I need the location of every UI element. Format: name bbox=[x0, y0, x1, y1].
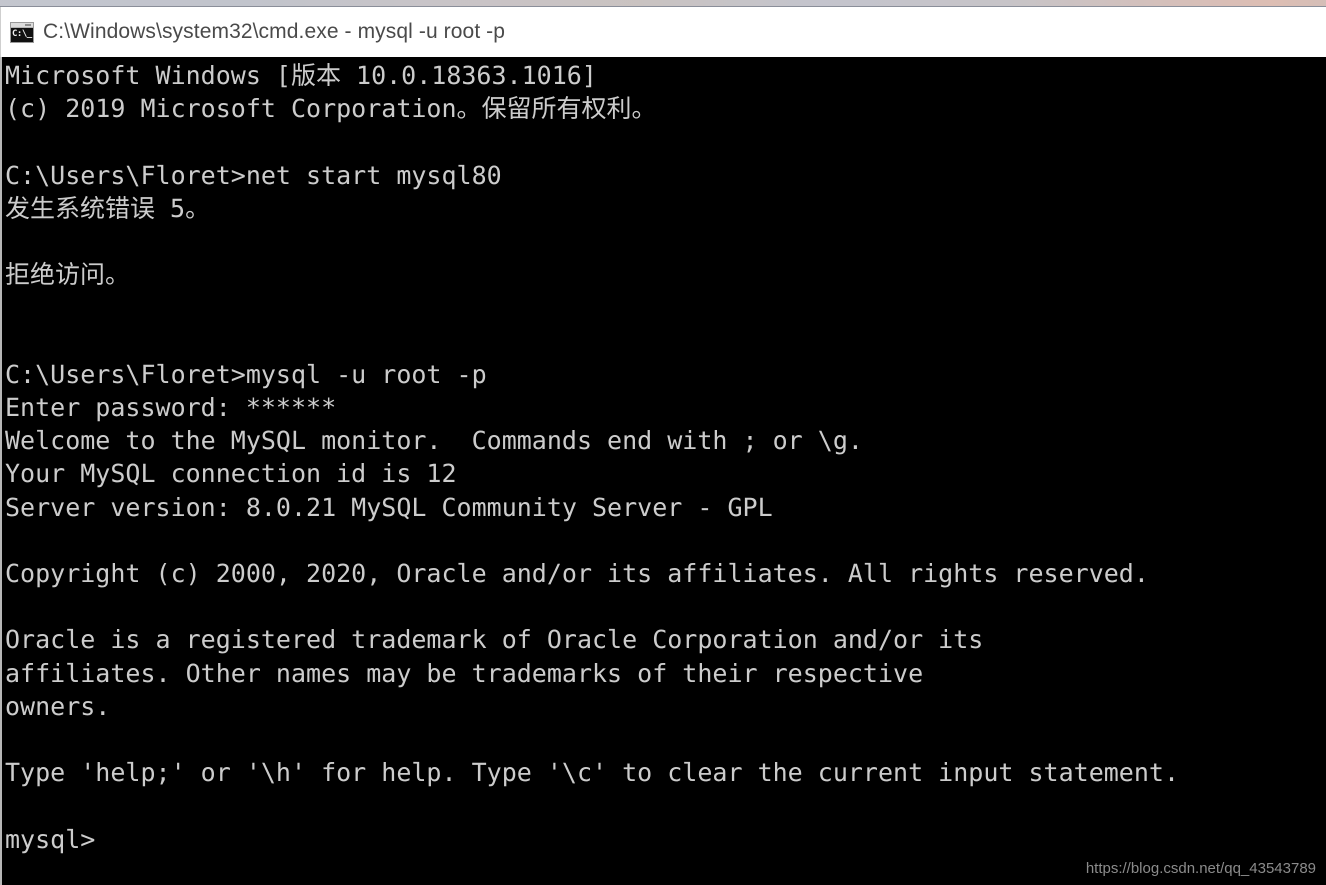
cmd-console-icon[interactable]: C:\_ bbox=[10, 21, 34, 43]
watermark-url: https://blog.csdn.net/qq_43543789 bbox=[1085, 860, 1316, 877]
console-text: Microsoft Windows [版本 10.0.18363.1016] (… bbox=[5, 61, 1179, 854]
window-title: C:\Windows\system32\cmd.exe - mysql -u r… bbox=[43, 20, 506, 43]
window-titlebar[interactable]: C:\_ C:\Windows\system32\cmd.exe - mysql… bbox=[0, 7, 1326, 57]
screenshot-root: C:\_ C:\Windows\system32\cmd.exe - mysql… bbox=[0, 0, 1326, 885]
cmd-icon-screen: C:\_ bbox=[11, 27, 33, 42]
terminal-output-area[interactable]: Microsoft Windows [版本 10.0.18363.1016] (… bbox=[0, 57, 1326, 885]
cmd-window: C:\_ C:\Windows\system32\cmd.exe - mysql… bbox=[0, 7, 1326, 885]
